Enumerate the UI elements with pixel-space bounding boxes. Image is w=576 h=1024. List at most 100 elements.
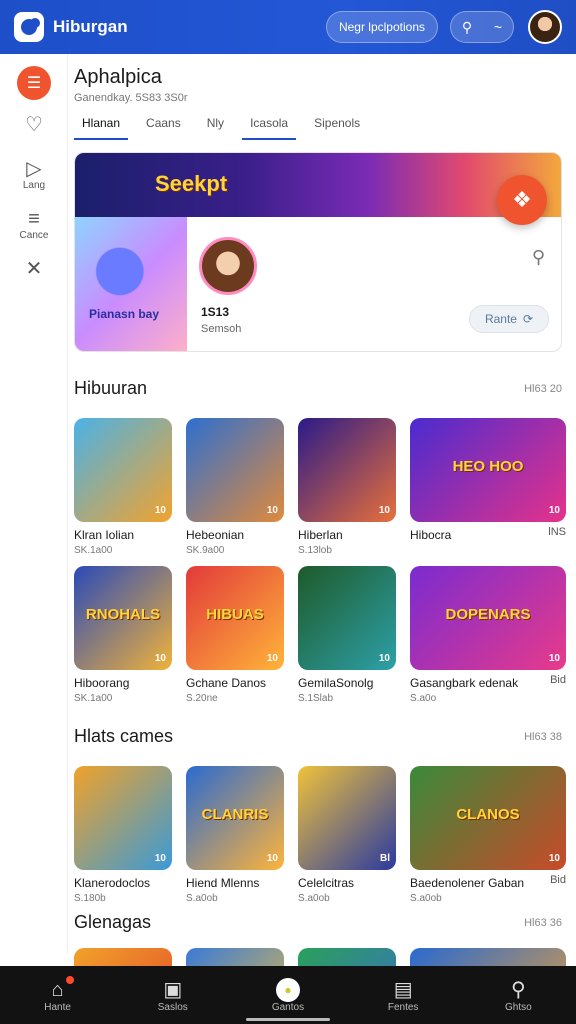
rail-item-lang[interactable]: ▷ Lang <box>0 158 68 191</box>
section-title: Hlats cames <box>74 726 174 746</box>
game-side-label: lNS <box>548 526 566 538</box>
game-side-label: Bid <box>550 674 566 686</box>
gamepad-icon: ▣ <box>163 978 183 1001</box>
rail-item-label: Lang <box>22 180 46 191</box>
game-card[interactable]: 10 Hiberlan S.13lob <box>298 418 396 556</box>
age-badge: Bl <box>380 853 390 864</box>
app-logo[interactable] <box>14 12 44 42</box>
thumbnail-title: CLANOS <box>456 805 520 823</box>
game-thumbnail[interactable]: DOPENARS 10 <box>410 566 566 670</box>
game-thumbnail[interactable]: 10 <box>74 766 172 870</box>
game-title: Hiberlan <box>298 528 343 542</box>
nav-label: Saslos <box>157 1001 188 1013</box>
game-card[interactable]: RNOHALS 10 Hiboorang SK.1a00 <box>74 566 172 704</box>
banner-title: Seekpt <box>155 171 228 196</box>
game-card[interactable]: HIBUAS 10 Gchane Danos S.20ne <box>186 566 284 704</box>
rate-button[interactable]: Rante ⟳ <box>469 305 549 333</box>
game-card[interactable]: HEO HOO 10 Hibocra lNS <box>410 418 566 556</box>
tab-3[interactable]: Icasola <box>242 112 297 140</box>
nav-games[interactable]: ▣ Saslos <box>125 978 221 1013</box>
thumbnail-title: RNOHALS <box>85 605 161 623</box>
game-card[interactable]: DOPENARS 10 Gasangbark edenak S.a0o Bid <box>410 566 566 704</box>
thumbnail-title: HIBUAS <box>206 605 264 623</box>
game-thumbnail[interactable] <box>410 948 566 966</box>
game-title: Hibocra <box>410 528 452 542</box>
game-title: Celelcitras <box>298 876 355 890</box>
age-badge: 10 <box>266 505 278 516</box>
game-thumbnail[interactable]: 10 <box>298 566 396 670</box>
game-title: Gasangbark edenak <box>410 676 519 690</box>
tab-bar: Hlanan Caans Nly Icasola Sipenols <box>74 112 368 140</box>
nav-library[interactable]: ▤ Fentes <box>355 978 451 1013</box>
game-card[interactable]: 10 Klran Iolian SK.1a00 <box>74 418 172 556</box>
thumbnail-title: CLANRIS <box>201 805 269 823</box>
game-thumbnail[interactable]: CLANOS 10 <box>410 766 566 870</box>
user-avatar[interactable] <box>528 10 562 44</box>
game-card[interactable]: 10 Klanerodoclos S.180b <box>74 766 172 904</box>
tab-1[interactable]: Caans <box>138 112 189 140</box>
game-card[interactable]: 10 Hebeonian SK.9a00 <box>186 418 284 556</box>
refresh-icon: ⟳ <box>522 312 534 326</box>
game-card[interactable]: CLANOS 10 Baedenolener Gaban S.a0ob Bid <box>410 766 566 904</box>
nav-home[interactable]: ⌂ Hante <box>10 975 106 1013</box>
featured-card[interactable]: Seekpt ❖ Pianasn bay 1S13 Semsoh ⚲ Rante… <box>74 152 562 352</box>
rail-item-close[interactable]: ✕ <box>0 258 68 280</box>
game-thumbnail[interactable]: Bl <box>298 766 396 870</box>
game-meta: S.1Slab <box>298 693 334 704</box>
game-meta: S.20ne <box>186 693 218 704</box>
art-text: Pianasn bay <box>89 307 160 321</box>
age-badge: 10 <box>548 653 560 664</box>
creator-avatar[interactable] <box>199 237 257 295</box>
thumbnail-title: DOPENARS <box>445 605 531 623</box>
game-card[interactable]: CLANRIS 10 Hiend Mlenns S.a0ob <box>186 766 284 904</box>
thumbnail-title: HEO HOO <box>452 457 524 475</box>
tab-4[interactable]: Sipenols <box>306 112 368 140</box>
rail-item-favorites[interactable]: ♡ <box>0 114 68 136</box>
game-thumbnail[interactable]: 10 <box>298 418 396 522</box>
game-title: Hebeonian <box>186 528 245 542</box>
top-app-bar: Hiburgan Negr lpclpotions ⚲ ~ <box>0 0 576 54</box>
chevron-icon: ~ <box>493 19 503 35</box>
game-grid: 10 Klran Iolian SK.1a00 10 Hebeonian SK.9a00 1… <box>74 418 566 556</box>
game-thumbnail[interactable]: 10 <box>74 418 172 522</box>
age-badge: 10 <box>378 653 390 664</box>
search-icon[interactable]: ⚲ <box>532 247 545 268</box>
game-title: Hiend Mlenns <box>186 876 260 890</box>
game-side-label: Bid <box>550 874 566 886</box>
game-meta: SK.1a00 <box>74 693 113 704</box>
notifications-button[interactable]: Negr lpclpotions <box>325 11 438 43</box>
play-icon: ▷ <box>26 158 42 180</box>
menu-icon[interactable]: ☰ <box>17 66 51 100</box>
nav-play[interactable]: ● Gantos <box>240 977 336 1013</box>
game-card[interactable]: 10 GemilaSonolg S.1Slab <box>298 566 396 704</box>
game-grid: 10 Klanerodoclos S.180b CLANRIS 10 Hiend Mlen… <box>74 766 566 904</box>
game-meta: SK.1a00 <box>74 545 113 556</box>
game-title: Baedenolener Gaban <box>410 876 525 890</box>
game-thumbnail[interactable] <box>298 948 396 966</box>
compass-icon[interactable]: ❖ <box>497 175 547 225</box>
search-button[interactable]: ⚲ ~ <box>450 11 514 43</box>
game-thumbnail[interactable]: 10 <box>186 418 284 522</box>
game-grid-partial <box>74 948 566 966</box>
rail-item-label: Cance <box>19 230 49 241</box>
section-more-link[interactable]: Hl63 36 <box>524 917 562 929</box>
age-badge: 10 <box>266 653 278 664</box>
game-thumbnail[interactable]: HEO HOO 10 <box>410 418 566 522</box>
game-thumbnail[interactable]: RNOHALS 10 <box>74 566 172 670</box>
book-icon: ▤ <box>393 978 413 1001</box>
game-card[interactable]: Bl Celelcitras S.a0ob <box>298 766 396 904</box>
game-thumbnail[interactable]: CLANRIS 10 <box>186 766 284 870</box>
game-thumbnail[interactable]: HIBUAS 10 <box>186 566 284 670</box>
rail-item-cance[interactable]: ≡ Cance <box>0 208 68 241</box>
nav-search[interactable]: ⚲ Ghtso <box>470 978 566 1013</box>
age-badge: 10 <box>548 505 560 516</box>
game-meta: S.a0o <box>410 693 437 704</box>
game-thumbnail[interactable] <box>186 948 284 966</box>
nav-label: Fentes <box>387 1001 419 1013</box>
section-more-link[interactable]: Hl63 38 <box>524 731 562 743</box>
tab-0[interactable]: Hlanan <box>74 112 129 140</box>
page-subtitle: Ganendkay. 5S83 3S0r <box>74 92 188 104</box>
section-more-link[interactable]: Hl63 20 <box>524 383 562 395</box>
tab-2[interactable]: Nly <box>199 112 232 140</box>
game-thumbnail[interactable] <box>74 948 172 966</box>
